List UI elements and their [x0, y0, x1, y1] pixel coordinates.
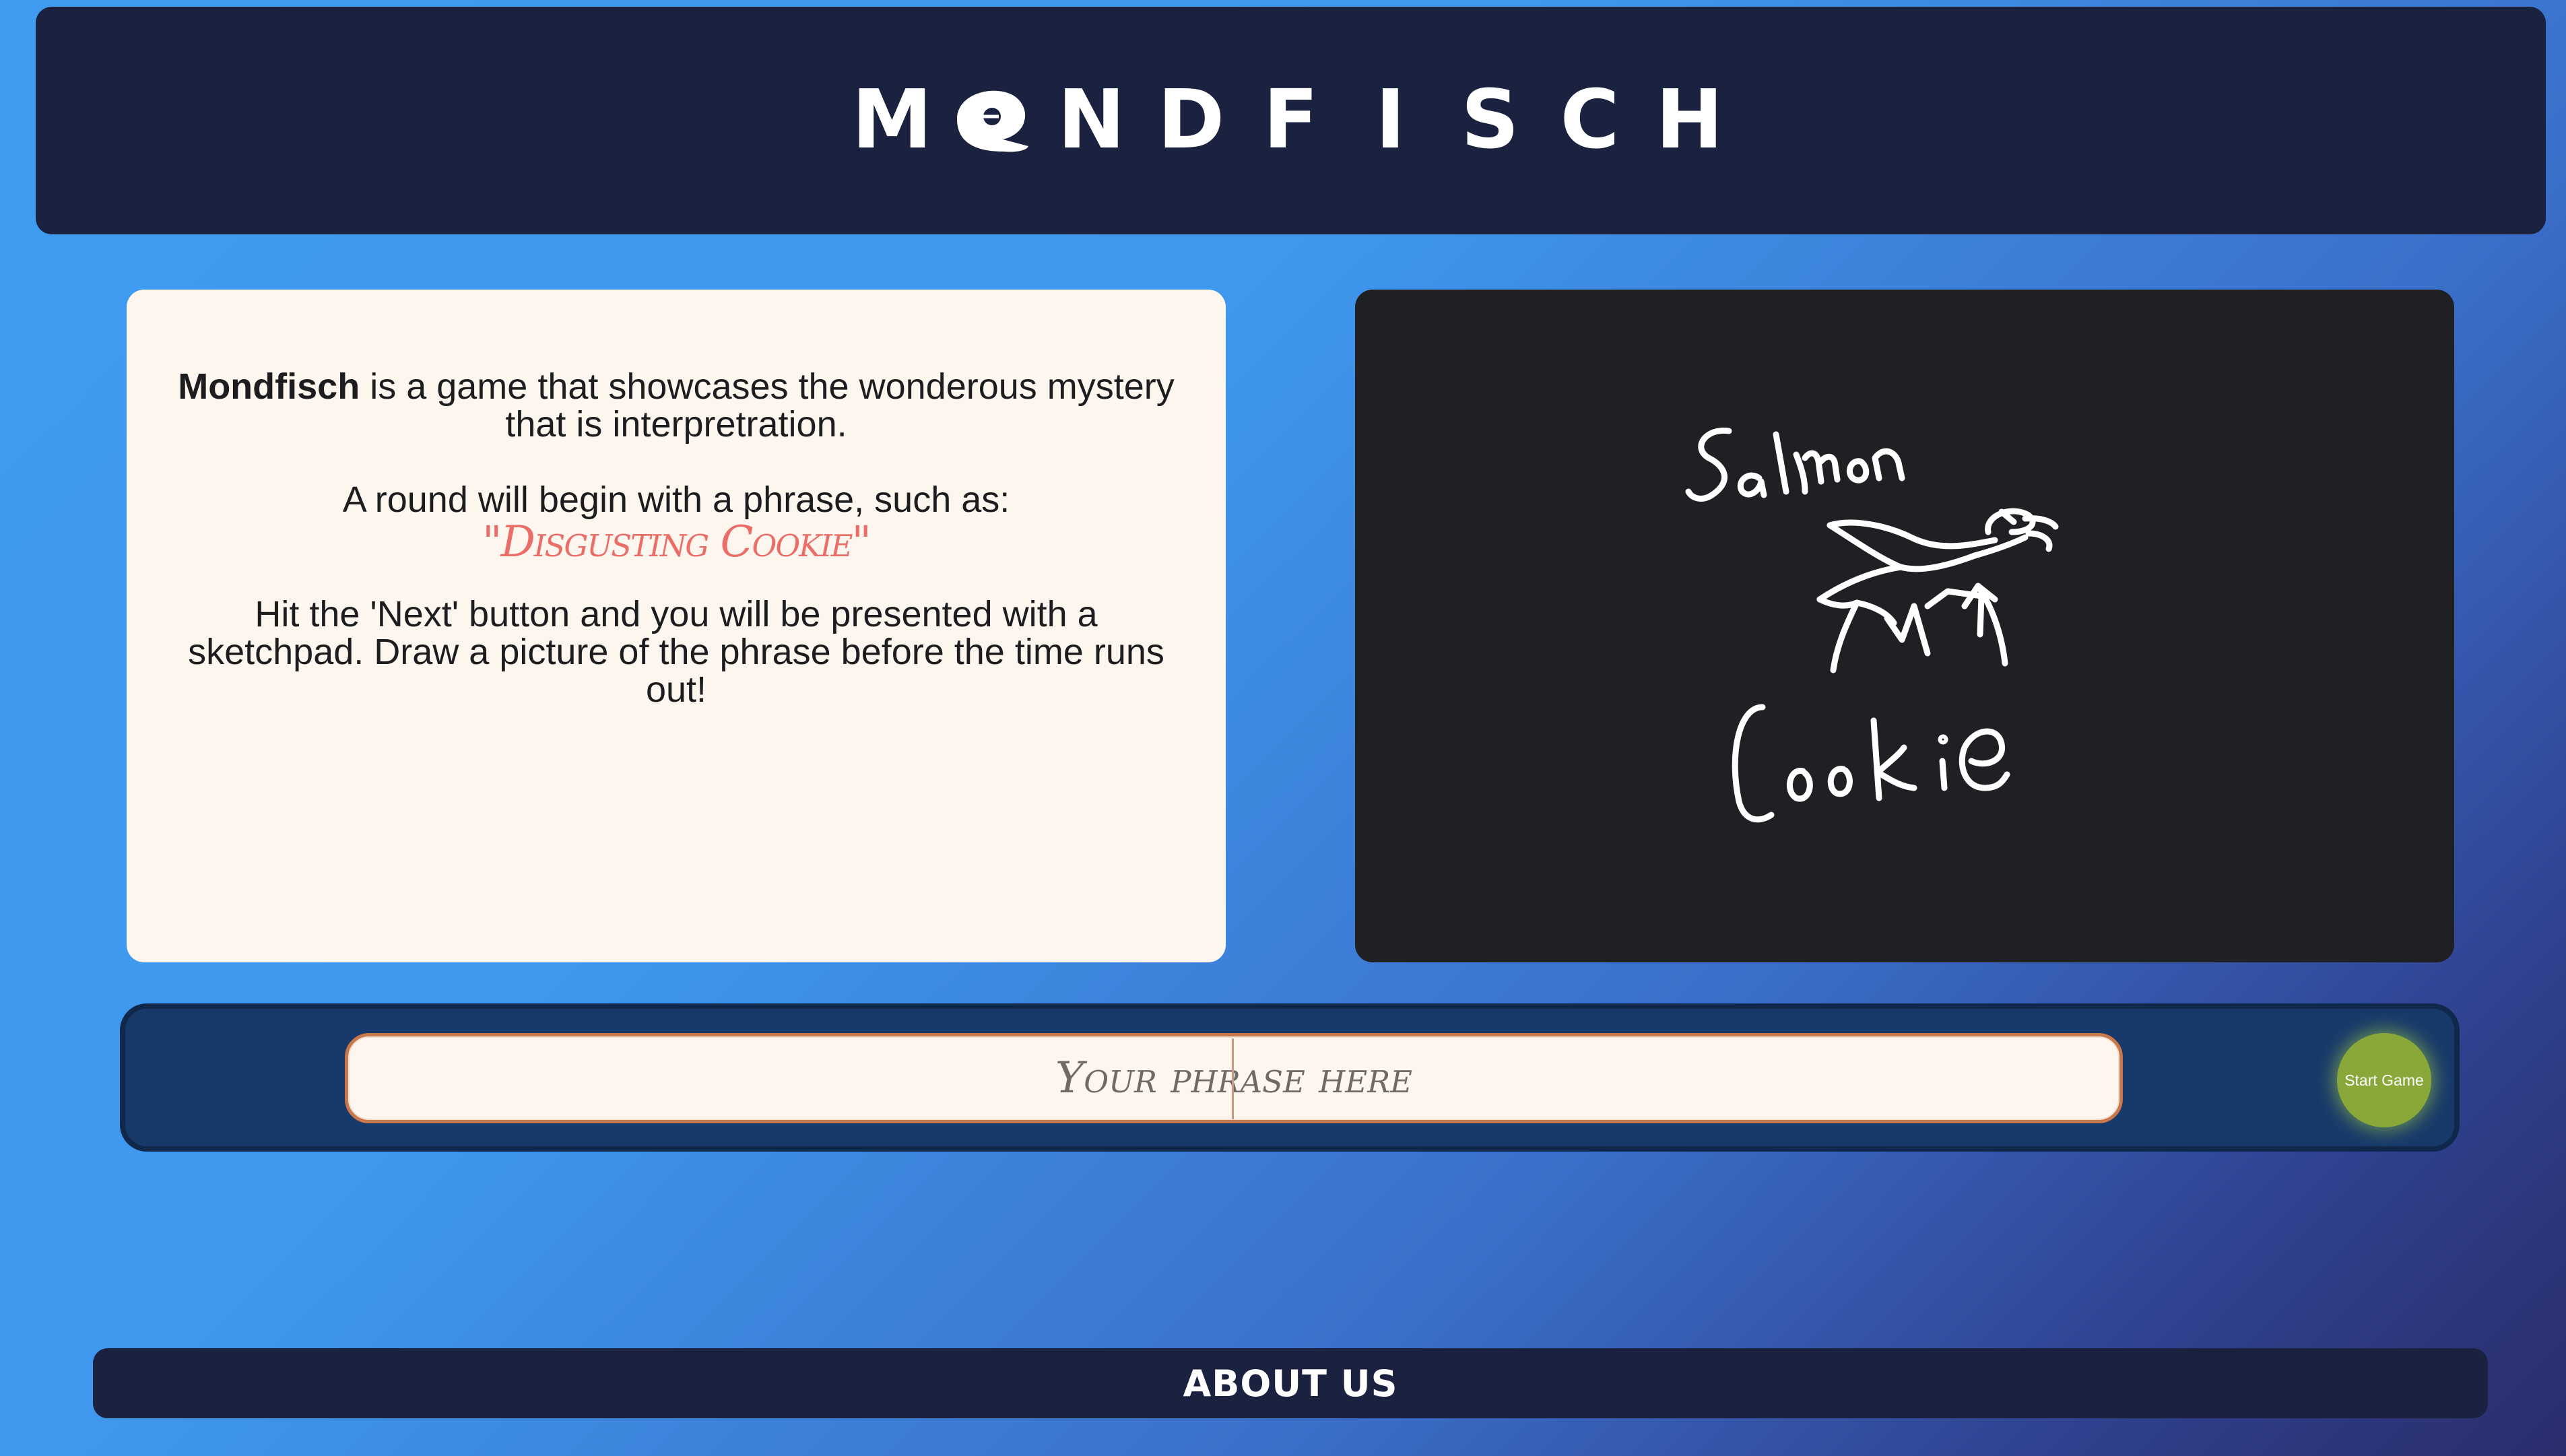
- logo-letter-d: D: [1157, 73, 1225, 167]
- example-phrase: "Disgusting Cookie": [482, 517, 871, 567]
- logo-letter-h: H: [1655, 73, 1723, 167]
- start-game-button[interactable]: Start Game: [2337, 1033, 2431, 1127]
- logo-letter-n: N: [1057, 73, 1125, 167]
- instructions-text: Hit the 'Next' button and you will be pr…: [188, 594, 1164, 710]
- sketch-drawing: [1685, 427, 2059, 823]
- logo-letter-c: C: [1560, 73, 1620, 167]
- logo-letter-f: F: [1263, 73, 1319, 167]
- phrase-input[interactable]: [345, 1033, 2123, 1123]
- logo-letter-i: I: [1375, 73, 1406, 167]
- example-sketch-canvas: [1355, 290, 2454, 962]
- round-intro-text: A round will begin with a phrase, such a…: [342, 479, 1010, 520]
- game-description-card: Mondfisch is a game that showcases the w…: [127, 290, 1226, 962]
- fish-icon: [942, 80, 1042, 161]
- intro-text: is a game that showcases the wonderous m…: [360, 366, 1175, 444]
- app-header: M N D F I S C H: [36, 7, 2546, 234]
- intro-paragraph: Mondfisch is a game that showcases the w…: [167, 368, 1185, 443]
- footer-bar: ABOUT US: [93, 1348, 2488, 1418]
- logo-letter-s: S: [1461, 73, 1519, 167]
- mondfisch-logo: M N D F I S C H: [843, 80, 1740, 161]
- logo-letter-m: M: [851, 73, 933, 167]
- brand-word: Mondfisch: [178, 366, 360, 407]
- text-cursor: [1232, 1038, 1234, 1119]
- about-us-link[interactable]: ABOUT US: [1183, 1362, 1397, 1405]
- phrase-input-bar: Start Game: [120, 1003, 2460, 1152]
